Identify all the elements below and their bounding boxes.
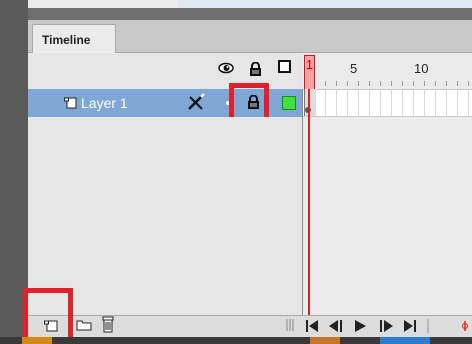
step-forward-icon[interactable] <box>380 320 393 332</box>
step-back-icon[interactable] <box>329 320 342 332</box>
layer-name[interactable]: Layer 1 <box>81 95 128 111</box>
resize-grip[interactable] <box>285 318 295 332</box>
divider <box>302 89 303 315</box>
ruler-label: 10 <box>414 61 429 76</box>
playhead-marker[interactable]: 1 <box>304 55 315 90</box>
lock-icon[interactable] <box>249 62 262 76</box>
transport-controls <box>306 319 468 333</box>
frame-strip[interactable] <box>302 89 472 117</box>
frame-ruler[interactable]: 5 10 <box>302 53 472 89</box>
stage-edge-blue <box>178 0 472 8</box>
outline-icon[interactable] <box>278 60 291 73</box>
taskbar-item[interactable] <box>310 337 340 344</box>
outline-color-swatch[interactable] <box>282 96 296 110</box>
highlight-box <box>23 288 73 344</box>
frames-area <box>303 117 472 315</box>
tab-timeline[interactable]: Timeline <box>32 24 116 53</box>
play-icon[interactable] <box>355 320 366 332</box>
onion-skin-icon[interactable] <box>462 321 468 331</box>
first-frame-icon[interactable] <box>306 320 318 332</box>
trash-icon[interactable] <box>101 316 115 333</box>
ruler-label: 5 <box>350 61 358 76</box>
taskbar-item[interactable] <box>380 337 430 344</box>
eye-icon[interactable] <box>218 62 234 74</box>
layers-area <box>28 117 302 315</box>
new-folder-icon[interactable] <box>76 318 92 331</box>
last-frame-icon[interactable] <box>404 320 416 332</box>
layer-icon <box>64 97 77 109</box>
taskbar-item[interactable] <box>22 337 52 344</box>
pencil-icon[interactable] <box>186 92 206 112</box>
playhead-line <box>308 89 310 315</box>
